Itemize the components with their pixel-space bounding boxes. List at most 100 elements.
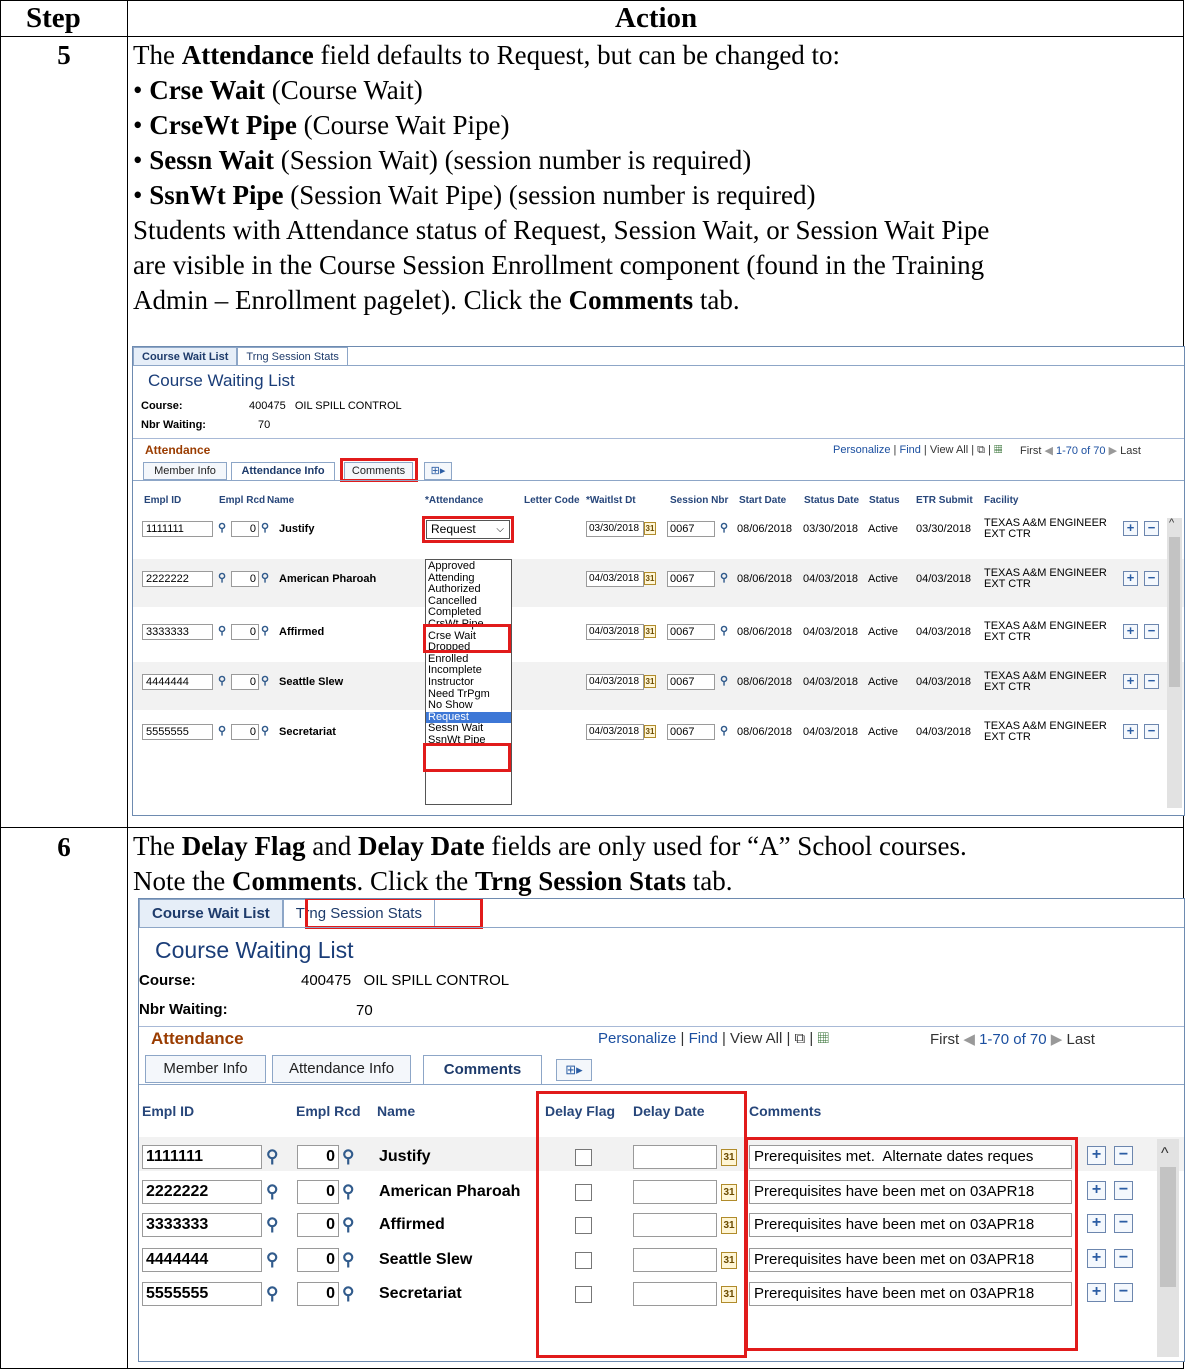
personalize-link[interactable]: Personalize xyxy=(833,444,890,456)
search-icon[interactable]: ⚲ xyxy=(266,1215,278,1235)
subtab-comments-2[interactable]: Comments xyxy=(423,1055,542,1085)
subtab-member-info[interactable]: Member Info xyxy=(143,462,227,480)
col-waitlst-dt[interactable]: *Waitlst Dt xyxy=(586,495,636,506)
col2-empl-rcd[interactable]: Empl Rcd xyxy=(296,1103,361,1119)
empl-id-input[interactable]: 2222222 xyxy=(142,1180,262,1204)
subtab-attendance-info[interactable]: Attendance Info xyxy=(231,462,335,480)
empl-id-input[interactable]: 4444444 xyxy=(142,1248,262,1272)
tab-course-wait-list-2[interactable]: Course Wait List xyxy=(139,899,283,927)
search-icon[interactable]: ⚲ xyxy=(342,1147,354,1167)
waitlist-date-input[interactable]: 03/30/2018 xyxy=(586,521,644,537)
col-status[interactable]: Status xyxy=(869,495,900,506)
search-icon[interactable]: ⚲ xyxy=(266,1250,278,1270)
search-icon[interactable]: ⚲ xyxy=(720,724,728,737)
delete-row-button[interactable]: − xyxy=(1114,1181,1133,1200)
delete-row-button[interactable]: − xyxy=(1144,724,1159,739)
search-icon[interactable]: ⚲ xyxy=(720,624,728,637)
first-link-2[interactable]: First xyxy=(930,1031,959,1048)
find-link-2[interactable]: Find xyxy=(689,1030,718,1047)
next-icon[interactable]: ▶ xyxy=(1109,445,1117,457)
empl-rcd-input[interactable]: 0 xyxy=(297,1248,339,1272)
calendar-icon[interactable]: 31 xyxy=(644,522,656,535)
col-attendance[interactable]: *Attendance xyxy=(425,495,483,506)
col-empl-rcd[interactable]: Empl Rcd xyxy=(219,495,265,506)
search-icon[interactable]: ⚲ xyxy=(218,724,226,737)
search-icon[interactable]: ⚲ xyxy=(342,1250,354,1270)
search-icon[interactable]: ⚲ xyxy=(342,1284,354,1304)
empl-id-input[interactable]: 3333333 xyxy=(142,1213,262,1237)
delete-row-button[interactable]: − xyxy=(1114,1249,1133,1268)
search-icon[interactable]: ⚲ xyxy=(218,521,226,534)
delete-row-button[interactable]: − xyxy=(1114,1146,1133,1165)
add-row-button[interactable]: + xyxy=(1123,571,1138,586)
calendar-icon[interactable]: 31 xyxy=(644,625,656,638)
add-row-button[interactable]: + xyxy=(1087,1283,1106,1302)
empl-id-input[interactable]: 5555555 xyxy=(142,1282,262,1306)
search-icon[interactable]: ⚲ xyxy=(720,571,728,584)
prev-icon[interactable]: ◀ xyxy=(1044,445,1052,457)
delete-row-button[interactable]: − xyxy=(1114,1214,1133,1233)
scroll-up-icon[interactable]: ^ xyxy=(1169,517,1174,529)
col-letter-code[interactable]: Letter Code xyxy=(524,495,580,506)
add-row-button[interactable]: + xyxy=(1123,521,1138,536)
view-all-link[interactable]: View All xyxy=(930,444,968,456)
empl-rcd-input[interactable]: 0 xyxy=(231,724,259,740)
empl-rcd-input[interactable]: 0 xyxy=(297,1180,339,1204)
search-icon[interactable]: ⚲ xyxy=(261,521,269,534)
waitlist-date-input[interactable]: 04/03/2018 xyxy=(586,724,644,740)
col2-name[interactable]: Name xyxy=(377,1103,415,1119)
delete-row-button[interactable]: − xyxy=(1144,521,1159,536)
search-icon[interactable]: ⚲ xyxy=(218,674,226,687)
empl-rcd-input[interactable]: 0 xyxy=(231,521,259,537)
dropdown-option[interactable]: Instructor xyxy=(426,676,511,689)
search-icon[interactable]: ⚲ xyxy=(720,674,728,687)
search-icon[interactable]: ⚲ xyxy=(261,674,269,687)
empl-rcd-input[interactable]: 0 xyxy=(297,1213,339,1237)
zoom-icon-2[interactable]: ⧉ xyxy=(795,1030,806,1047)
dropdown-option[interactable]: No Show xyxy=(426,700,511,712)
session-nbr-input[interactable]: 0067 xyxy=(667,521,715,537)
zoom-icon[interactable]: ⧉ xyxy=(977,444,985,456)
delete-row-button[interactable]: − xyxy=(1144,624,1159,639)
session-nbr-input[interactable]: 0067 xyxy=(667,571,715,587)
empl-rcd-input[interactable]: 0 xyxy=(231,624,259,640)
search-icon[interactable]: ⚲ xyxy=(342,1215,354,1235)
waitlist-date-input[interactable]: 04/03/2018 xyxy=(586,624,644,640)
empl-id-input[interactable]: 3333333 xyxy=(142,624,213,640)
search-icon[interactable]: ⚲ xyxy=(266,1147,278,1167)
tab-trng-session-stats[interactable]: Trng Session Stats xyxy=(237,347,348,365)
col-session-nbr[interactable]: Session Nbr xyxy=(670,495,728,506)
subtab-attendance-info-2[interactable]: Attendance Info xyxy=(272,1055,411,1083)
add-row-button[interactable]: + xyxy=(1087,1181,1106,1200)
session-nbr-input[interactable]: 0067 xyxy=(667,724,715,740)
scroll-up-icon-2[interactable]: ^ xyxy=(1161,1145,1169,1163)
waitlist-date-input[interactable]: 04/03/2018 xyxy=(586,674,644,690)
show-all-columns-icon-2[interactable]: ⊞▸ xyxy=(556,1059,592,1081)
empl-id-input[interactable]: 4444444 xyxy=(142,674,213,690)
calendar-icon[interactable]: 31 xyxy=(644,572,656,585)
download-icon[interactable]: ▦ xyxy=(994,444,1002,456)
last-link[interactable]: Last xyxy=(1120,445,1141,457)
col-etr-submit[interactable]: ETR Submit xyxy=(916,495,973,506)
download-icon-2[interactable]: ▦ xyxy=(818,1030,829,1047)
search-icon[interactable]: ⚲ xyxy=(261,724,269,737)
first-link[interactable]: First xyxy=(1020,445,1041,457)
add-row-button[interactable]: + xyxy=(1087,1146,1106,1165)
search-icon[interactable]: ⚲ xyxy=(342,1182,354,1202)
empl-rcd-input[interactable]: 0 xyxy=(231,674,259,690)
col-name[interactable]: Name xyxy=(267,495,294,506)
col2-empl-id[interactable]: Empl ID xyxy=(142,1103,194,1119)
session-nbr-input[interactable]: 0067 xyxy=(667,674,715,690)
find-link[interactable]: Find xyxy=(899,444,920,456)
search-icon[interactable]: ⚲ xyxy=(266,1284,278,1304)
search-icon[interactable]: ⚲ xyxy=(261,624,269,637)
tab-course-wait-list[interactable]: Course Wait List xyxy=(133,347,238,365)
grid-scrollbar-thumb-2[interactable] xyxy=(1160,1167,1176,1287)
search-icon[interactable]: ⚲ xyxy=(218,571,226,584)
subtab-member-info-2[interactable]: Member Info xyxy=(145,1055,266,1083)
col-status-date[interactable]: Status Date xyxy=(804,495,859,506)
col-start-date[interactable]: Start Date xyxy=(739,495,786,506)
search-icon[interactable]: ⚲ xyxy=(261,571,269,584)
add-row-button[interactable]: + xyxy=(1123,724,1138,739)
delete-row-button[interactable]: − xyxy=(1144,571,1159,586)
